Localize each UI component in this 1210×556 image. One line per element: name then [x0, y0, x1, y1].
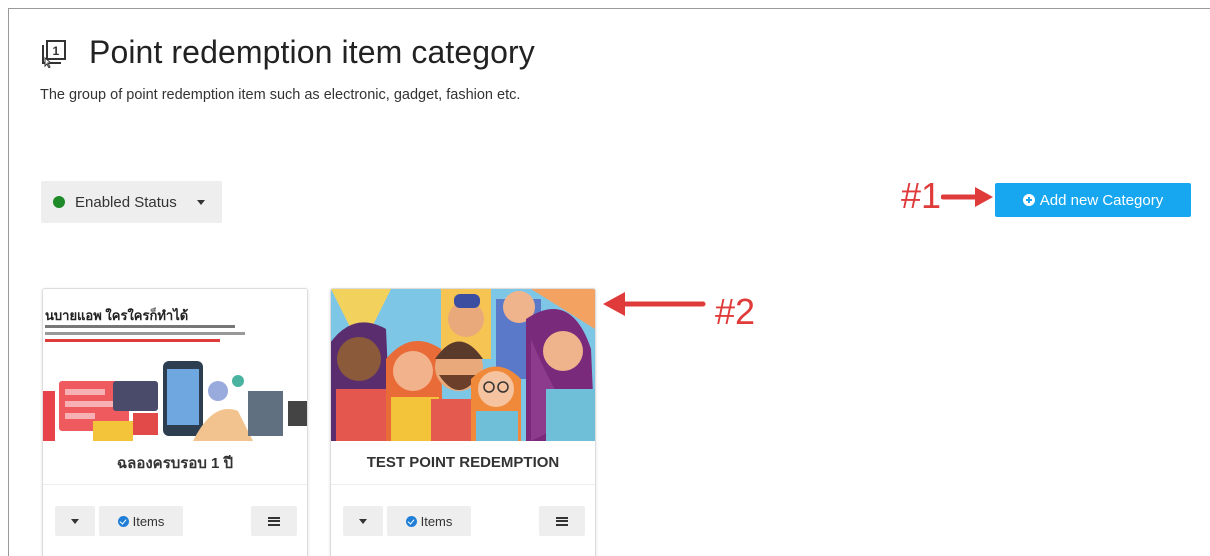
plus-circle-icon: [1022, 194, 1035, 206]
category-card[interactable]: TEST POINT REDEMPTION Items: [330, 288, 596, 556]
status-dot-icon: [53, 196, 65, 208]
chevron-down-icon: [359, 518, 367, 524]
promo-illustration-icon: [43, 361, 307, 441]
chevron-down-icon: [196, 199, 205, 205]
thumbnail-headline: นบายแอพ ใครใครก็ทำได้: [45, 308, 189, 323]
chevron-down-icon: [71, 518, 79, 524]
annotation-arrow-1-icon: [941, 187, 993, 207]
category-name: TEST POINT REDEMPTION: [331, 441, 595, 485]
items-label: Items: [420, 513, 453, 529]
category-options-toggle[interactable]: [343, 506, 383, 536]
category-thumbnail: นบายแอพ ใครใครก็ทำได้: [43, 289, 307, 441]
category-card[interactable]: นบายแอพ ใครใครก็ทำได้ ฉลองครบรอบ 1 ปี It…: [42, 288, 308, 556]
add-category-button[interactable]: Add new Category: [995, 183, 1191, 217]
items-button[interactable]: Items: [387, 506, 471, 536]
status-filter-dropdown[interactable]: Enabled Status: [41, 181, 222, 223]
hamburger-icon: [268, 516, 280, 526]
check-circle-icon: [405, 515, 417, 527]
svg-text:1: 1: [53, 44, 60, 58]
category-menu-button[interactable]: [251, 506, 297, 536]
page-title: Point redemption item category: [89, 34, 535, 70]
page-subtitle: The group of point redemption item such …: [40, 87, 521, 103]
category-actions: Items: [331, 506, 595, 538]
annotation-2: #2: [715, 291, 756, 332]
add-category-label: Add new Category: [1039, 191, 1164, 209]
items-button[interactable]: Items: [99, 506, 183, 536]
category-icon: 1: [39, 38, 69, 69]
annotation-arrow-2-icon: [603, 292, 706, 316]
check-circle-icon: [117, 515, 129, 527]
category-name: ฉลองครบรอบ 1 ปี: [43, 441, 307, 485]
category-options-toggle[interactable]: [55, 506, 95, 536]
items-label: Items: [132, 513, 165, 529]
page-frame: 1 Point redemption item category The gro…: [8, 8, 1210, 556]
hamburger-icon: [556, 516, 568, 526]
status-filter-label: Enabled Status: [75, 193, 177, 211]
category-thumbnail: [331, 289, 595, 441]
annotation-1: #1: [901, 175, 942, 216]
category-actions: Items: [43, 506, 307, 538]
category-menu-button[interactable]: [539, 506, 585, 536]
people-illustration-icon: [331, 289, 595, 441]
page-header: 1 Point redemption item category: [39, 34, 535, 71]
